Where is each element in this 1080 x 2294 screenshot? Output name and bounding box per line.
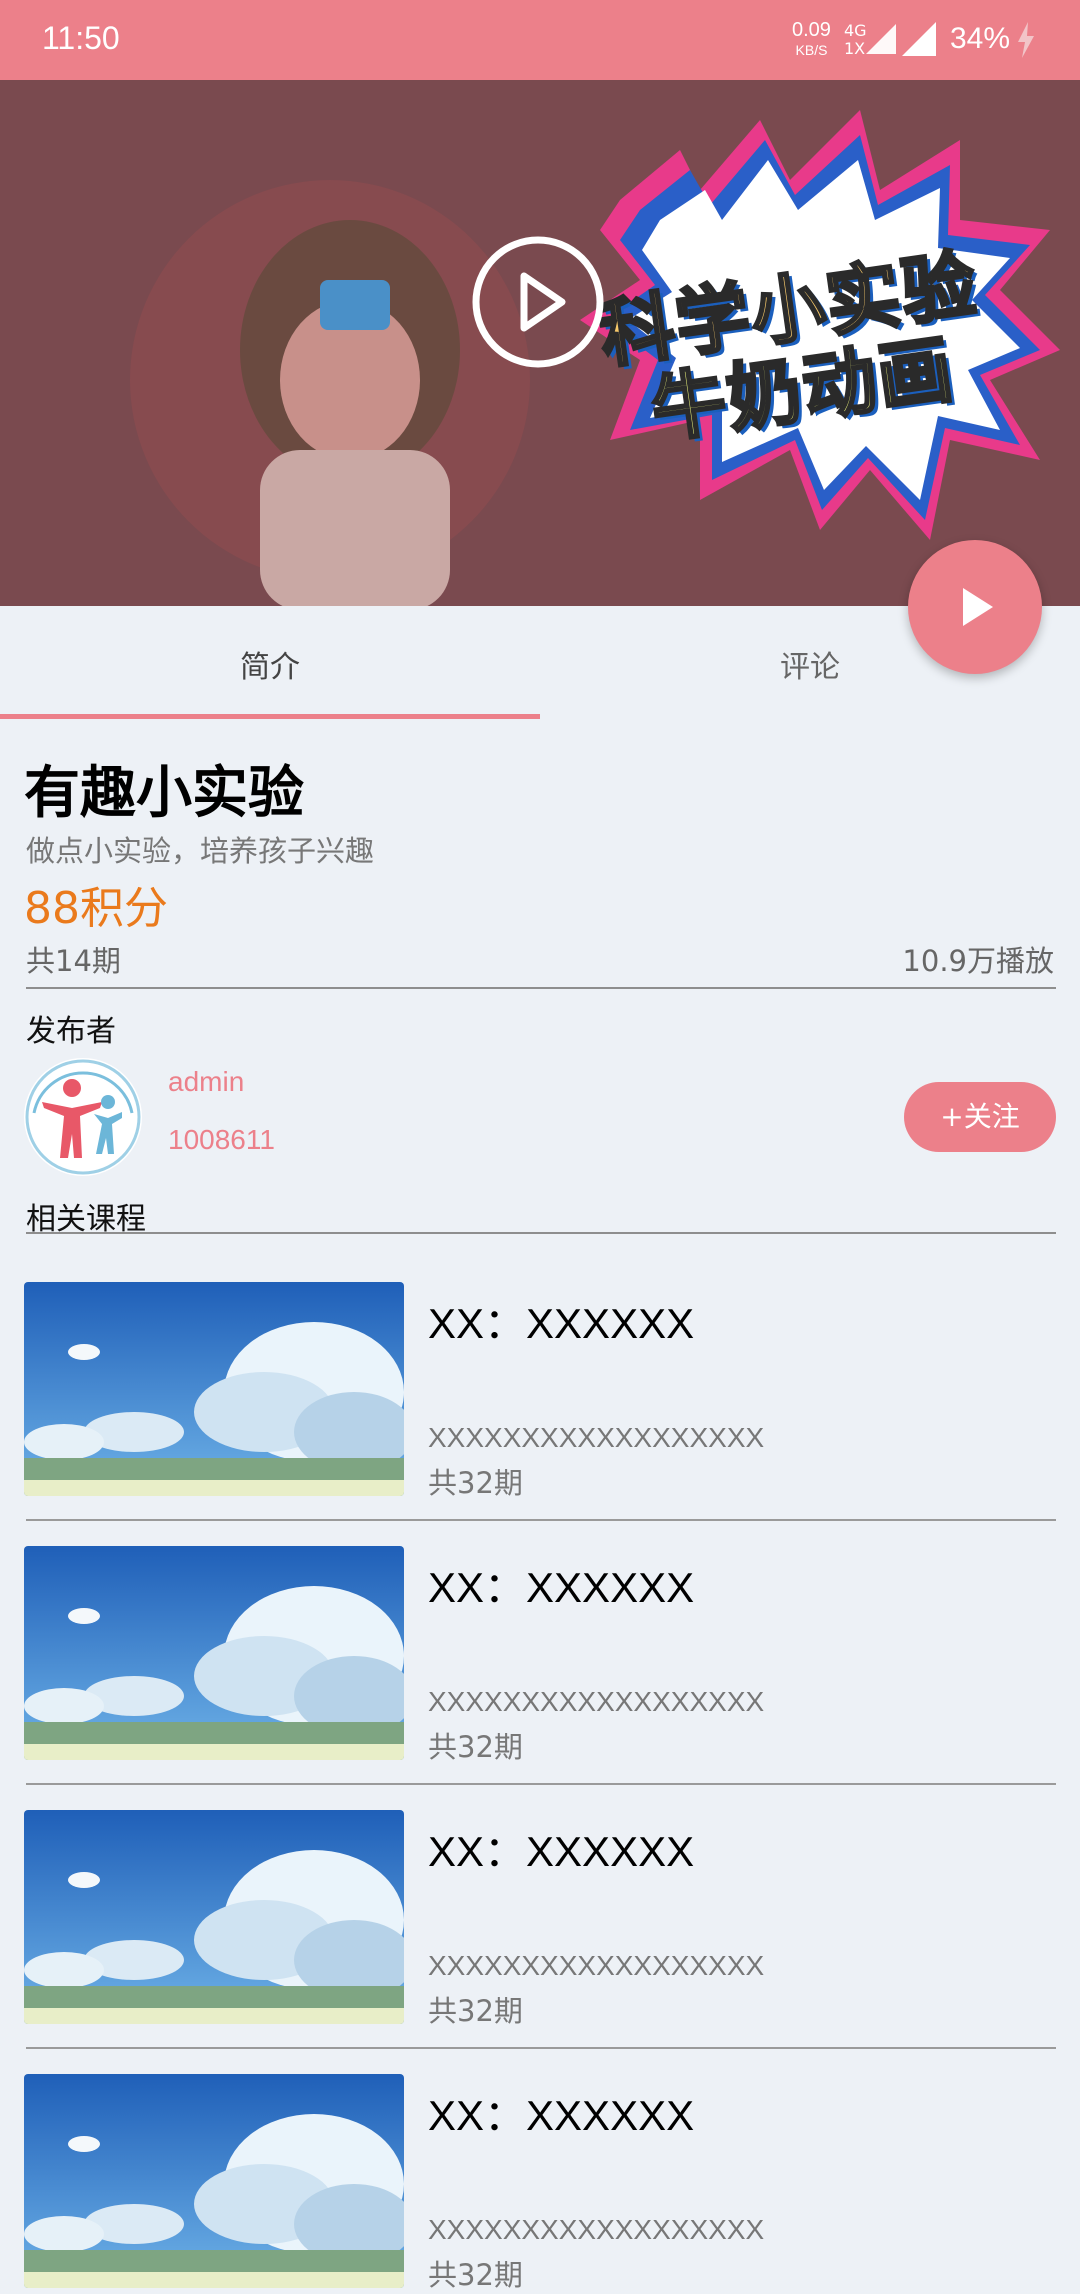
- family-logo-icon: [25, 1059, 141, 1175]
- status-bar: 11:50 0.09 KB/S 4G 1X 34%: [0, 0, 1080, 80]
- signal-strength-icon: [902, 22, 936, 56]
- course-item-description: XXXXXXXXXXXXXXXXXX: [428, 1950, 765, 1981]
- network-type-top: 4G: [844, 21, 867, 40]
- follow-button[interactable]: +关注: [904, 1082, 1056, 1152]
- avatar[interactable]: [24, 1058, 142, 1176]
- course-thumbnail: [24, 2074, 404, 2288]
- course-item-title: XX：XXXXXX: [428, 1564, 695, 1611]
- publisher-label: 发布者: [26, 1014, 116, 1049]
- course-thumbnail: [24, 1810, 404, 2024]
- battery-level: 34%: [950, 22, 1011, 55]
- play-circle-icon[interactable]: [470, 234, 606, 370]
- list-item[interactable]: XX：XXXXXX XXXXXXXXXXXXXXXXXX 共32期: [0, 2074, 1080, 2292]
- charging-icon: [1018, 22, 1034, 58]
- net-speed: 0.09 KB/S: [792, 20, 831, 60]
- course-thumbnail: [24, 1282, 404, 1496]
- status-time: 11:50: [42, 20, 120, 56]
- list-item[interactable]: XX：XXXXXX XXXXXXXXXXXXXXXXXX 共32期: [0, 1282, 1080, 1546]
- divider: [26, 2047, 1056, 2049]
- divider: [26, 1783, 1056, 1785]
- tab-intro[interactable]: 简介: [0, 642, 540, 686]
- course-item-description: XXXXXXXXXXXXXXXXXX: [428, 2214, 765, 2245]
- network-type-bottom: 1X: [844, 39, 866, 58]
- signal-icon: [866, 24, 896, 54]
- course-points: 88积分: [24, 883, 168, 934]
- sky-clouds-image: [24, 1810, 404, 2024]
- sky-clouds-image: [24, 2074, 404, 2288]
- divider: [26, 1232, 1056, 1234]
- course-play-count: 10.9万播放: [902, 944, 1054, 978]
- course-item-title: XX：XXXXXX: [428, 1300, 695, 1347]
- network-type: 4G 1X: [844, 22, 867, 58]
- course-item-title: XX：XXXXXX: [428, 1828, 695, 1875]
- course-item-description: XXXXXXXXXXXXXXXXXX: [428, 1686, 765, 1717]
- divider: [26, 1519, 1056, 1521]
- tab-bar: 简介 评论: [0, 606, 1080, 719]
- sky-clouds-image: [24, 1546, 404, 1760]
- divider: [26, 987, 1056, 989]
- video-player[interactable]: 科学小实验 牛奶动画: [0, 80, 1080, 606]
- tab-comments[interactable]: 评论: [540, 642, 1080, 686]
- course-item-title: XX：XXXXXX: [428, 2092, 695, 2139]
- course-item-description: XXXXXXXXXXXXXXXXXX: [428, 1422, 765, 1453]
- net-speed-unit: KB/S: [795, 42, 828, 58]
- tab-indicator: [0, 714, 540, 719]
- course-item-episodes: 共32期: [428, 1730, 523, 1764]
- publisher-name[interactable]: admin: [168, 1066, 244, 1098]
- list-item[interactable]: XX：XXXXXX XXXXXXXXXXXXXXXXXX 共32期: [0, 1810, 1080, 2074]
- sky-clouds-image: [24, 1282, 404, 1496]
- net-speed-value: 0.09: [792, 19, 831, 41]
- course-episodes: 共14期: [26, 944, 121, 978]
- list-item[interactable]: XX：XXXXXX XXXXXXXXXXXXXXXXXX 共32期: [0, 1546, 1080, 1810]
- course-title: 有趣小实验: [24, 761, 304, 826]
- course-item-episodes: 共32期: [428, 1466, 523, 1500]
- publisher-id: 1008611: [168, 1124, 275, 1155]
- course-subtitle: 做点小实验，培养孩子兴趣: [26, 834, 375, 868]
- course-thumbnail: [24, 1546, 404, 1760]
- course-item-episodes: 共32期: [428, 2258, 523, 2292]
- course-item-episodes: 共32期: [428, 1994, 523, 2028]
